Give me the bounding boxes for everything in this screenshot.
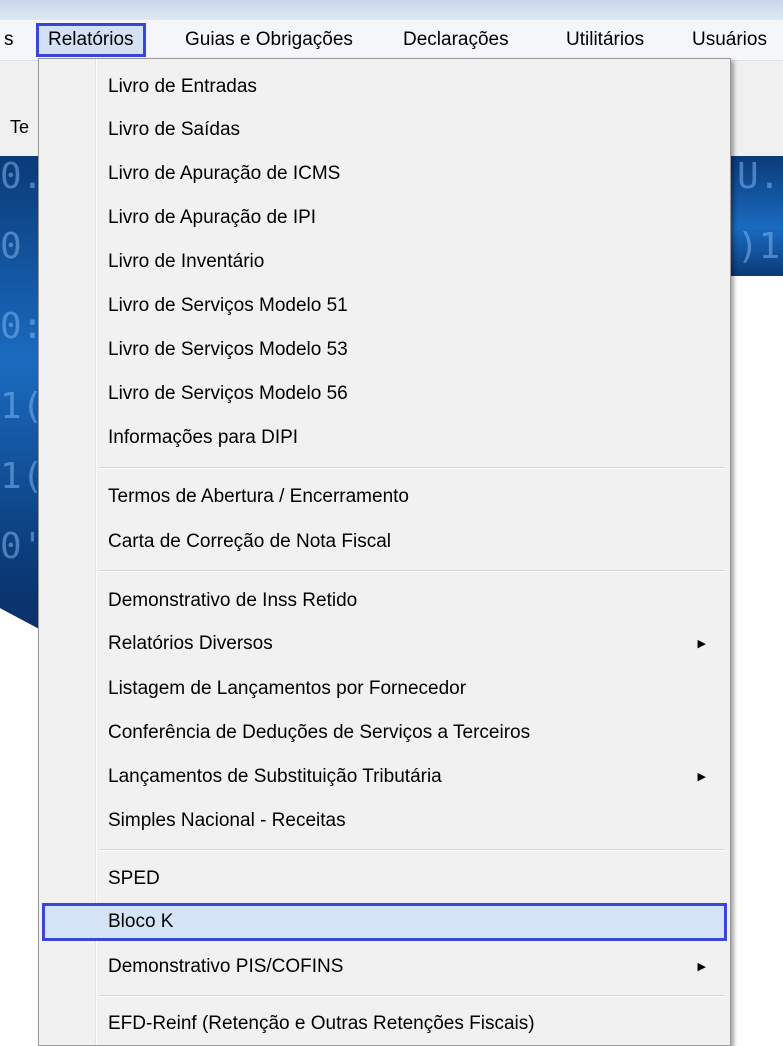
menu-item-sped[interactable]: SPED [42, 860, 727, 898]
menu-item-livro-saidas[interactable]: Livro de Saídas [42, 111, 727, 149]
menu-item-substituicao-tributaria[interactable]: Lançamentos de Substituição Tributária ▶ [42, 758, 727, 796]
banner-digits: 0: [0, 306, 42, 347]
submenu-arrow-icon: ▶ [697, 638, 706, 650]
banner-digits: 0 [0, 226, 22, 267]
banner-digits: 0. [0, 156, 42, 197]
banner-digits: 0' [0, 526, 42, 567]
banner-digits: 1( [0, 456, 42, 497]
toolbar-partial-label[interactable]: Te [10, 117, 29, 138]
menu-item-livro-servicos-51[interactable]: Livro de Serviços Modelo 51 [42, 287, 727, 325]
menubar-item-declaracoes[interactable]: Declarações [403, 23, 509, 57]
menubar-item-guias-obrigacoes[interactable]: Guias e Obrigações [185, 23, 353, 57]
menu-item-livro-servicos-56[interactable]: Livro de Serviços Modelo 56 [42, 375, 727, 413]
menu-item-simples-nacional[interactable]: Simples Nacional - Receitas [42, 802, 727, 840]
menu-item-demonstrativo-pis-cofins[interactable]: Demonstrativo PIS/COFINS ▶ [42, 948, 727, 986]
menu-bar: s Relatórios Guias e Obrigações Declaraç… [0, 20, 783, 61]
menu-item-demonstrativo-inss[interactable]: Demonstrativo de Inss Retido [42, 582, 727, 620]
menu-item-livro-apuracao-icms[interactable]: Livro de Apuração de ICMS [42, 155, 727, 193]
menu-item-label: Relatórios Diversos [108, 633, 273, 654]
banner-diagonal-shape [0, 604, 42, 666]
submenu-arrow-icon: ▶ [697, 771, 706, 783]
menu-separator [99, 570, 725, 572]
banner-digits: )1 [737, 226, 781, 267]
menubar-item-usuarios[interactable]: Usuários [692, 23, 767, 57]
menu-item-carta-correcao[interactable]: Carta de Correção de Nota Fiscal [42, 523, 727, 561]
menubar-item-relatorios[interactable]: Relatórios [36, 23, 146, 57]
background-banner-left: 0. 0 0: 1( 1( 0' [0, 156, 42, 666]
menu-item-livro-entradas[interactable]: Livro de Entradas [42, 68, 727, 106]
menu-item-conferencia-deducoes[interactable]: Conferência de Deduções de Serviços a Te… [42, 714, 727, 752]
window-titlebar-strip [0, 0, 783, 20]
banner-digits: U. [737, 156, 781, 197]
submenu-arrow-icon: ▶ [697, 961, 706, 973]
menu-separator [99, 995, 725, 997]
menu-separator [99, 467, 725, 469]
background-banner-right: U. )1 [731, 156, 783, 276]
menu-item-termos-abertura[interactable]: Termos de Abertura / Encerramento [42, 478, 727, 516]
menu-item-livro-servicos-53[interactable]: Livro de Serviços Modelo 53 [42, 331, 727, 369]
banner-digits: 1( [0, 386, 42, 427]
menu-item-livro-inventario[interactable]: Livro de Inventário [42, 243, 727, 281]
menu-item-informacoes-dipi[interactable]: Informações para DIPI [42, 419, 727, 457]
menu-item-listagem-lancamentos[interactable]: Listagem de Lançamentos por Fornecedor [42, 670, 727, 708]
menu-item-efd-reinf[interactable]: EFD-Reinf (Retenção e Outras Retenções F… [42, 1005, 727, 1043]
menu-item-relatorios-diversos[interactable]: Relatórios Diversos ▶ [42, 625, 727, 663]
menubar-item-utilitarios[interactable]: Utilitários [566, 23, 644, 57]
relatorios-dropdown-menu: Livro de Entradas Livro de Saídas Livro … [38, 58, 731, 1046]
menu-item-label: Demonstrativo PIS/COFINS [108, 956, 344, 977]
menu-item-bloco-k[interactable]: Bloco K [42, 903, 727, 941]
menu-item-livro-apuracao-ipi[interactable]: Livro de Apuração de IPI [42, 199, 727, 237]
menubar-item-partial[interactable]: s [4, 23, 14, 57]
menu-item-label: Lançamentos de Substituição Tributária [108, 766, 442, 787]
menu-separator [99, 849, 725, 851]
